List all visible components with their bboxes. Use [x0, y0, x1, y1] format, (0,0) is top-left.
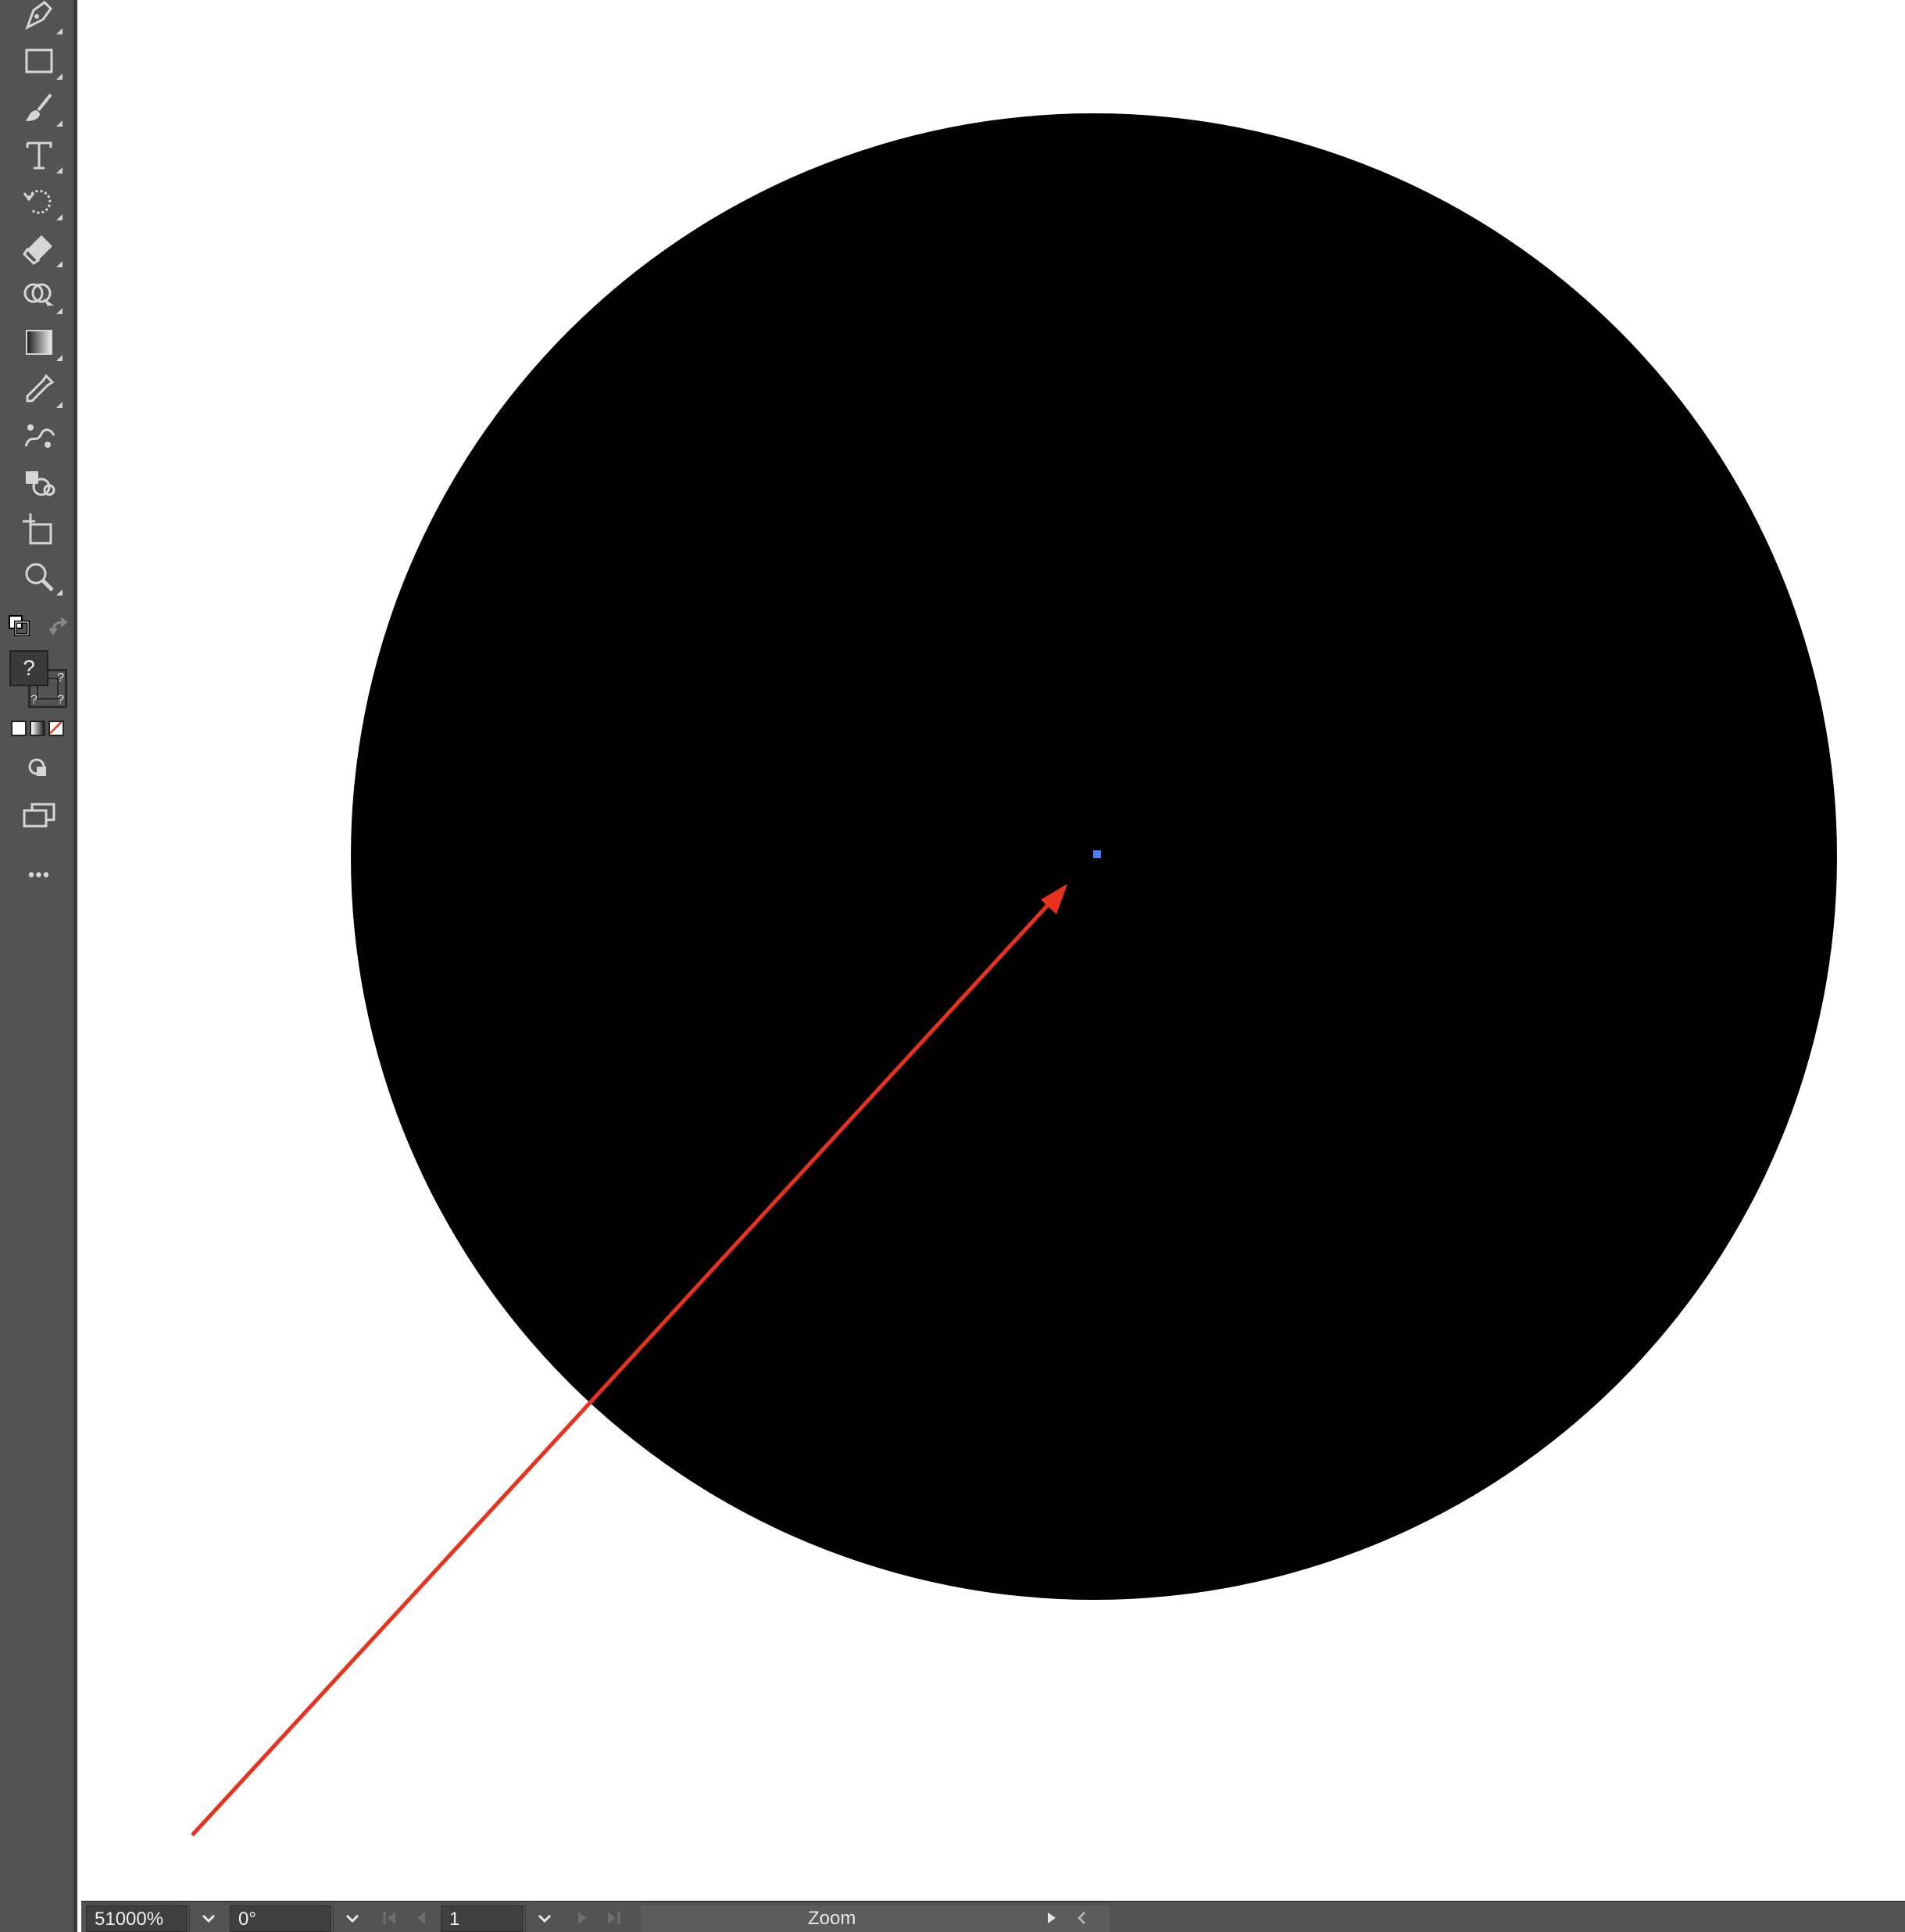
zoom-level-field[interactable]: 51000% [86, 1905, 188, 1932]
pen-icon [25, 1, 52, 30]
submenu-indicator [56, 120, 63, 127]
last-artboard-button[interactable] [602, 1909, 625, 1927]
pen-tool[interactable] [14, 0, 64, 38]
previous-icon [417, 1912, 425, 1924]
submenu-indicator [56, 589, 63, 596]
shape-builder-icon [23, 283, 54, 312]
rotate-tool[interactable] [14, 180, 64, 224]
last-icon [608, 1912, 620, 1924]
type-tool[interactable] [14, 133, 64, 177]
none-slash-icon [50, 722, 63, 735]
gradient-mode-button[interactable] [30, 721, 45, 736]
zoom-level-dropdown[interactable] [189, 1905, 227, 1932]
artboard-icon [23, 513, 52, 545]
stroke-unknown-mark-3: ? [57, 693, 64, 707]
previous-artboard-button[interactable] [409, 1909, 433, 1927]
play-triangle-icon [1048, 1912, 1056, 1923]
submenu-indicator [56, 308, 63, 314]
puppet-warp-tool[interactable] [14, 414, 64, 458]
swap-arrow-icon [48, 617, 68, 635]
chevron-down-icon [202, 1914, 216, 1923]
default-colors-icon [9, 615, 30, 636]
first-artboard-button[interactable] [378, 1909, 402, 1927]
chevron-left-icon [1078, 1912, 1085, 1924]
stroke-unknown-mark-2: ? [30, 693, 38, 707]
current-tool-label: Zoom [808, 1908, 856, 1929]
first-icon [383, 1912, 395, 1924]
fill-unknown-mark: ? [23, 656, 35, 680]
rotate-icon [23, 189, 52, 214]
zoom-icon [25, 563, 54, 592]
chevron-down-icon [538, 1914, 552, 1923]
zoom-tool[interactable] [14, 555, 64, 599]
screen-mode-icon [23, 803, 55, 828]
drawing-modes-button[interactable] [14, 747, 64, 791]
gradient-tool[interactable] [14, 320, 64, 364]
stroke-unknown-mark: ? [57, 671, 64, 685]
artboard-dropdown[interactable] [525, 1905, 563, 1932]
rectangle-icon [25, 48, 53, 73]
submenu-indicator [56, 214, 63, 220]
eyedropper-icon [26, 374, 55, 402]
scroll-left-button[interactable] [1070, 1909, 1094, 1927]
submenu-indicator [56, 73, 63, 80]
drawing-modes-icon [28, 758, 46, 776]
rotation-field[interactable]: 0° [230, 1905, 331, 1932]
eyedropper-tool[interactable] [14, 367, 64, 411]
artboard-canvas[interactable] [81, 0, 1905, 1901]
artboard-number-field[interactable]: 1 [441, 1905, 524, 1932]
submenu-indicator [56, 167, 63, 174]
live-paint-tool[interactable] [14, 461, 64, 505]
submenu-indicator [56, 355, 63, 361]
submenu-indicator [56, 402, 63, 408]
type-icon [26, 141, 52, 170]
swap-fill-stroke-button[interactable] [48, 616, 70, 638]
chevron-down-icon [345, 1914, 359, 1923]
paintbrush-tool[interactable] [14, 86, 64, 130]
next-artboard-button[interactable] [570, 1909, 594, 1927]
eraser-icon [23, 235, 52, 265]
edit-toolbar-button[interactable]: ••• [14, 864, 64, 888]
shape-builder-tool[interactable] [14, 274, 64, 317]
none-mode-button[interactable] [48, 721, 64, 736]
status-bar: 51000% 0° 1 Zoom [81, 1901, 1905, 1932]
annotation-arrow [191, 884, 1067, 1837]
screen-mode-button[interactable] [14, 794, 64, 838]
next-icon [578, 1912, 586, 1924]
paintbrush-icon [26, 93, 52, 121]
tools-panel: ? ? ? ? ••• [0, 0, 77, 1932]
live-paint-icon [26, 471, 55, 496]
rotation-dropdown[interactable] [333, 1905, 371, 1932]
artboard-tool[interactable] [14, 508, 64, 552]
rectangle-tool[interactable] [14, 39, 64, 83]
puppet-warp-icon [24, 424, 55, 448]
eraser-tool[interactable] [14, 227, 64, 270]
submenu-indicator [56, 261, 63, 267]
submenu-indicator [56, 28, 63, 34]
color-mode-button[interactable] [11, 721, 27, 736]
status-menu-button[interactable] [1039, 1909, 1063, 1927]
default-fill-stroke-button[interactable] [8, 614, 31, 638]
fill-swatch[interactable]: ? [9, 650, 48, 686]
gradient-icon [26, 330, 52, 355]
